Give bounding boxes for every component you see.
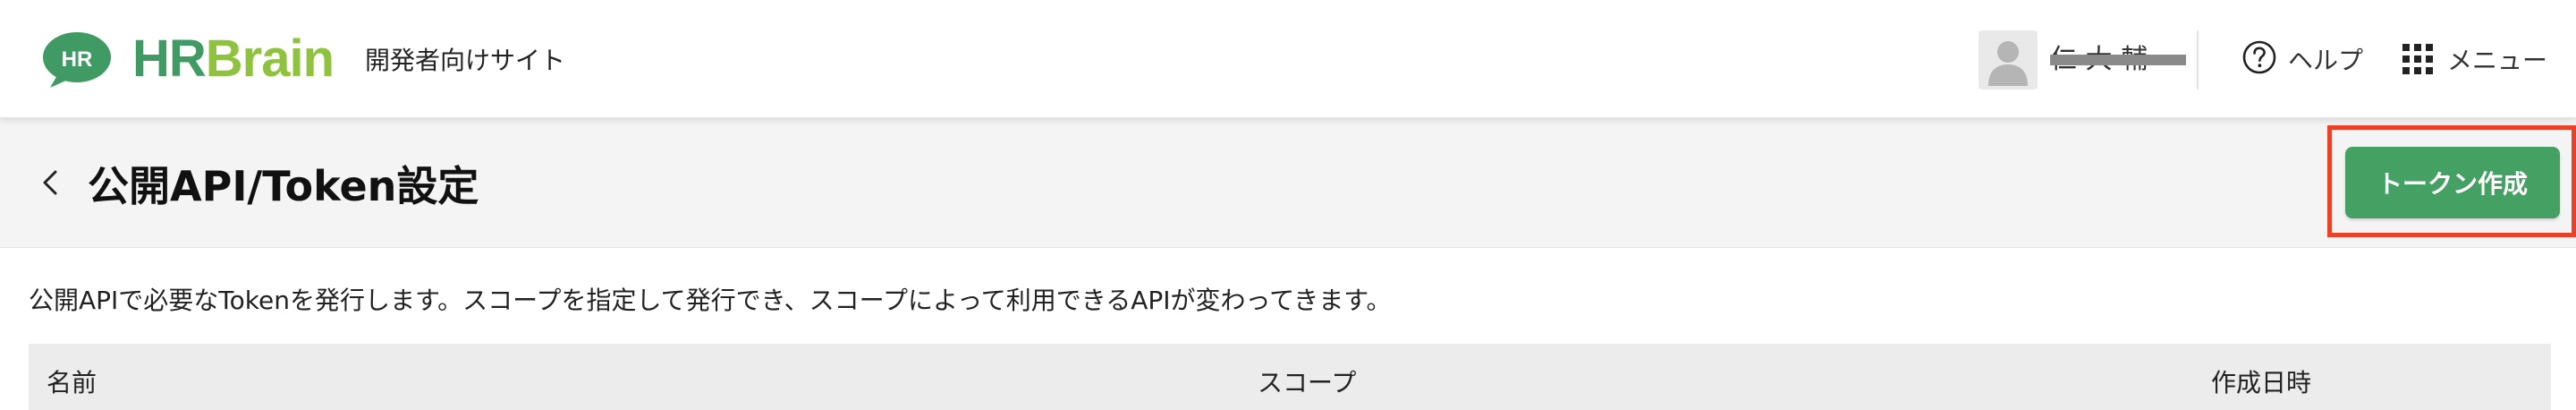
logo-badge-icon: HR [41, 29, 120, 90]
create-token-button[interactable]: トークン作成 [2345, 147, 2560, 218]
column-header-scope[interactable]: スコープ [1258, 363, 1356, 399]
page-title-bar: 公開API/Token設定 [0, 118, 2576, 248]
avatar-icon [1979, 30, 2038, 90]
user-name: 仁 大 輔 [2050, 44, 2186, 76]
user-menu[interactable]: 仁 大 輔 [1979, 30, 2186, 90]
hrbrain-logo[interactable]: HR HRBrain [41, 27, 335, 91]
page-description: 公開APIで必要なTokenを発行します。スコープを指定して発行でき、スコープに… [29, 286, 1392, 315]
help-button[interactable]: ヘルプ [2241, 39, 2364, 79]
help-label: ヘルプ [2288, 46, 2364, 75]
column-header-name[interactable]: 名前 [47, 363, 97, 399]
back-button[interactable] [38, 165, 64, 201]
question-circle-icon [2241, 39, 2277, 79]
redaction-bar [2050, 55, 2186, 65]
logo-word-hr: HR [132, 30, 207, 88]
chevron-left-icon [43, 170, 57, 195]
site-label: 開発者向けサイト [365, 46, 566, 75]
app-header: HR HRBrain 開発者向けサイト 仁 大 輔 ヘルプ [0, 0, 2576, 118]
header-divider [2197, 30, 2199, 90]
logo-badge-text: HR [62, 47, 93, 72]
page-title: 公開API/Token設定 [88, 162, 479, 210]
grid-icon [2402, 44, 2433, 74]
menu-label: メニュー [2447, 46, 2548, 75]
column-header-created-at[interactable]: 作成日時 [2211, 363, 2311, 399]
logo-word-brain: Brain [205, 30, 335, 88]
token-table-header: 名前 スコープ 作成日時 [29, 344, 2551, 410]
menu-button[interactable]: メニュー [2402, 41, 2547, 77]
logo-wordmark: HRBrain [132, 30, 335, 88]
